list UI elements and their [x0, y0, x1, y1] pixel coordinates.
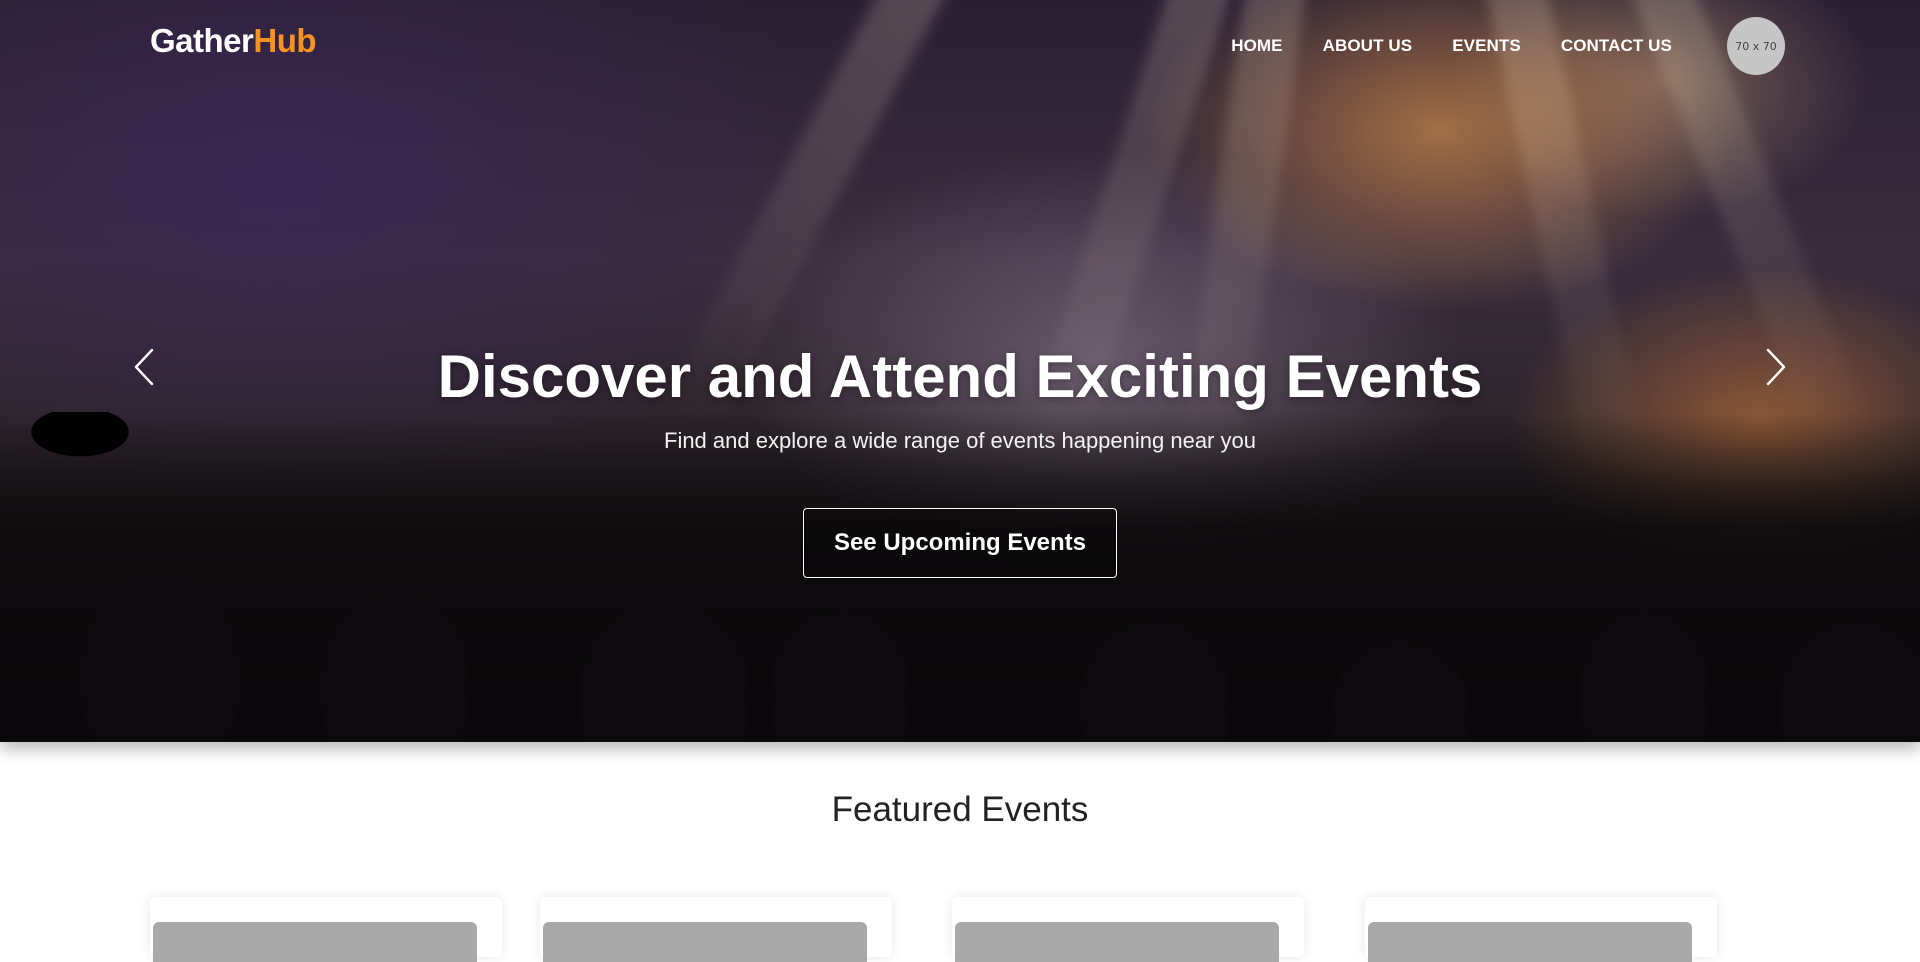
navbar: GatherHub HOME ABOUT US EVENTS CONTACT U… [0, 0, 1920, 92]
main-nav: HOME ABOUT US EVENTS CONTACT US [1231, 36, 1672, 56]
nav-about-us[interactable]: ABOUT US [1323, 36, 1413, 56]
featured-events-list [150, 897, 1770, 962]
nav-events[interactable]: EVENTS [1452, 36, 1521, 56]
event-card-image [543, 922, 867, 962]
event-card-image [153, 922, 477, 962]
hero-subtitle: Find and explore a wide range of events … [664, 428, 1256, 453]
featured-events-heading: Featured Events [831, 790, 1089, 829]
event-card[interactable] [952, 897, 1304, 962]
event-card[interactable] [540, 897, 892, 962]
hero-content: Discover and Attend Exciting Events Find… [0, 340, 1920, 578]
hero-carousel: GatherHub HOME ABOUT US EVENTS CONTACT U… [0, 0, 1920, 742]
event-card[interactable] [1365, 897, 1717, 962]
avatar-placeholder-text: 70 x 70 [1735, 39, 1777, 53]
see-upcoming-events-button[interactable]: See Upcoming Events [802, 508, 1118, 578]
event-card-image [1368, 922, 1692, 962]
hero-title: Discover and Attend Exciting Events [437, 343, 1483, 410]
event-card[interactable] [150, 897, 502, 962]
nav-contact-us[interactable]: CONTACT US [1561, 36, 1672, 56]
event-card-image [955, 922, 1279, 962]
nav-home[interactable]: HOME [1231, 36, 1282, 56]
user-avatar[interactable]: 70 x 70 [1727, 17, 1785, 75]
brand-logo[interactable]: GatherHub [150, 22, 317, 60]
brand-name-accent: Hub [253, 22, 317, 59]
brand-name-primary: Gather [150, 22, 254, 59]
